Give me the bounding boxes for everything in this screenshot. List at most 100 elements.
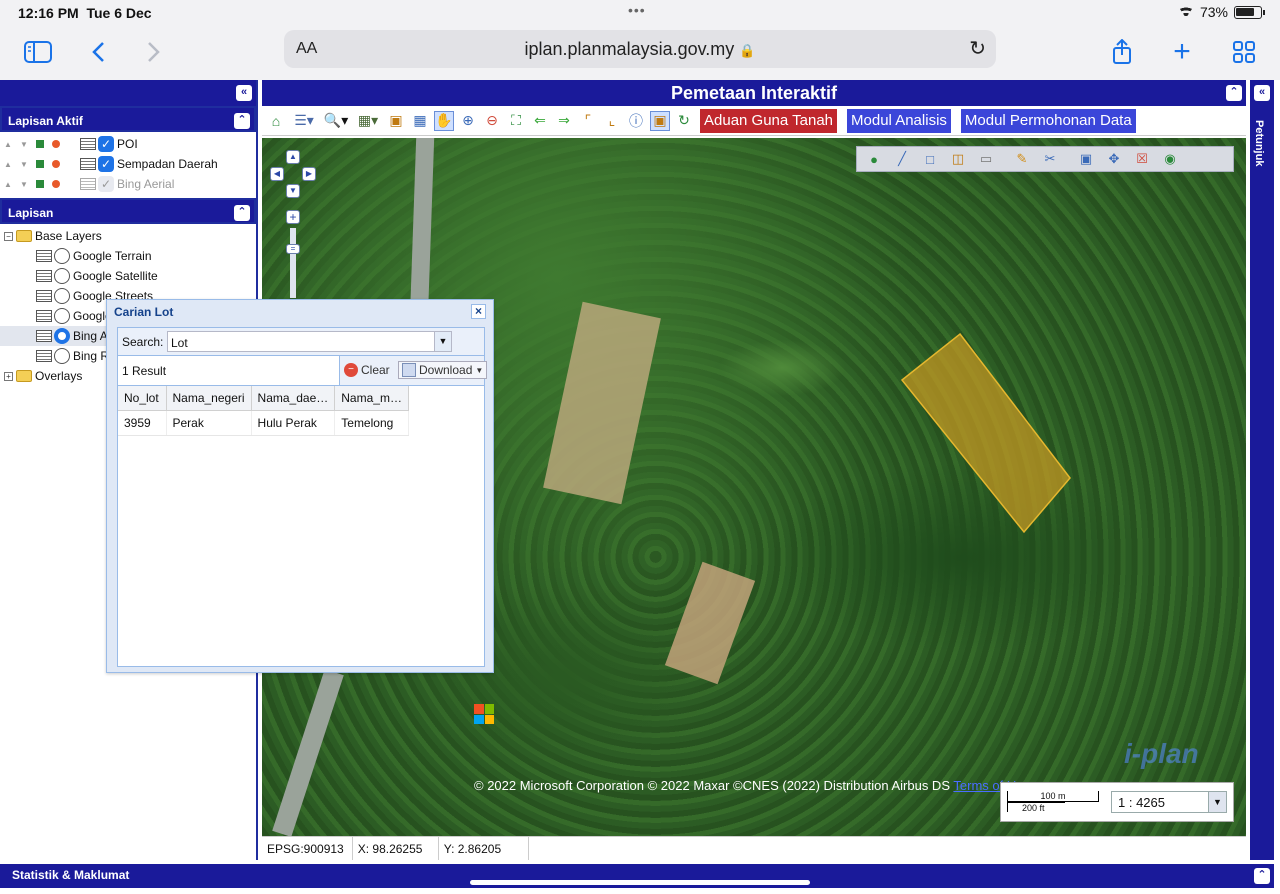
zoom-slider-handle[interactable]: = bbox=[286, 244, 300, 254]
zoom-layer-icon[interactable] bbox=[36, 180, 44, 188]
move-up-icon[interactable]: ▲ bbox=[4, 140, 12, 149]
dialog-header[interactable]: Carian Lot × bbox=[107, 300, 493, 322]
checkbox-bing-aerial[interactable]: ✓ bbox=[98, 176, 114, 192]
chevron-down-icon[interactable]: ▼ bbox=[434, 331, 452, 352]
reload-icon[interactable]: ↻ bbox=[969, 36, 986, 61]
epsg-code: EPSG:900913 bbox=[262, 837, 353, 860]
remove-layer-icon[interactable] bbox=[52, 140, 60, 148]
zoom-in-icon[interactable]: + bbox=[286, 210, 300, 224]
radio-google-streets[interactable] bbox=[54, 288, 70, 304]
battery-icon bbox=[1234, 5, 1265, 19]
table-row[interactable]: 3959 Perak Hulu Perak Temelong bbox=[118, 410, 410, 436]
modul-analisis-button[interactable]: Modul Analisis bbox=[847, 108, 951, 133]
scissors-icon[interactable]: ✂ bbox=[1041, 150, 1059, 168]
chevron-up-icon[interactable]: ⌃ bbox=[234, 205, 250, 221]
move-down-icon[interactable]: ▼ bbox=[20, 140, 28, 149]
wifi-icon bbox=[1178, 6, 1194, 18]
zoom-layer-icon[interactable] bbox=[36, 140, 44, 148]
radio-bing-road[interactable] bbox=[54, 348, 70, 364]
radio-google-satellite[interactable] bbox=[54, 268, 70, 284]
grid-dropdown-icon[interactable]: ▦▾ bbox=[354, 111, 382, 131]
pencil-icon[interactable]: ✎ bbox=[1013, 150, 1031, 168]
move-icon[interactable]: ✥ bbox=[1105, 150, 1123, 168]
add-polygon-icon[interactable]: □ bbox=[921, 150, 939, 168]
measure-area-icon[interactable]: ⌞ bbox=[602, 111, 622, 131]
zoom-out-icon[interactable]: ⊖ bbox=[482, 111, 502, 131]
address-bar[interactable]: AA iplan.planmalaysia.gov.my 🔒 ↻ bbox=[284, 30, 996, 68]
expand-tree-icon[interactable]: + bbox=[4, 371, 13, 381]
zoom-dropdown-icon[interactable]: 🔍▾ bbox=[322, 111, 350, 131]
aduan-guna-tanah-button[interactable]: Aduan Guna Tanah bbox=[700, 108, 838, 133]
export-map-icon[interactable]: ▦ bbox=[410, 111, 430, 131]
tabs-overview-icon[interactable] bbox=[1226, 34, 1262, 70]
add-point-icon[interactable]: ● bbox=[865, 150, 883, 168]
move-down-icon[interactable]: ▼ bbox=[20, 180, 28, 189]
column-header[interactable]: Nama_dae… bbox=[251, 386, 336, 411]
chevron-up-icon[interactable]: ⌃ bbox=[1254, 868, 1270, 884]
search-type-select[interactable]: Lot ▼ bbox=[167, 331, 452, 352]
layer-legend-icon bbox=[36, 350, 52, 362]
zoom-layer-icon[interactable] bbox=[36, 160, 44, 168]
column-header[interactable]: No_lot bbox=[118, 386, 167, 411]
pan-left-icon[interactable]: ◀ bbox=[270, 167, 284, 181]
modul-permohonan-data-button[interactable]: Modul Permohonan Data bbox=[960, 108, 1136, 133]
share-icon[interactable] bbox=[1104, 34, 1140, 70]
radio-bing-aerial[interactable] bbox=[54, 328, 70, 344]
collapse-tree-icon[interactable]: − bbox=[4, 231, 13, 241]
delete-feature-icon[interactable]: ☒ bbox=[1133, 150, 1151, 168]
radio-google-hybrid[interactable] bbox=[54, 308, 70, 324]
previous-extent-icon[interactable]: ⇐ bbox=[530, 111, 550, 131]
move-up-icon[interactable]: ▲ bbox=[4, 180, 12, 189]
checkbox-poi[interactable]: ✓ bbox=[98, 136, 114, 152]
new-tab-icon[interactable]: + bbox=[1164, 34, 1200, 70]
measure-line-icon[interactable]: ⌜ bbox=[578, 111, 598, 131]
add-line-icon[interactable]: ╱ bbox=[893, 150, 911, 168]
radio-google-terrain[interactable] bbox=[54, 248, 70, 264]
move-down-icon[interactable]: ▼ bbox=[20, 160, 28, 169]
collapse-left-icon[interactable]: « bbox=[236, 85, 252, 101]
home-icon[interactable]: ⌂ bbox=[266, 111, 286, 131]
layers-dropdown-icon[interactable]: ☰▾ bbox=[290, 111, 318, 131]
petunjuk-tab[interactable]: Petunjuk bbox=[1253, 120, 1265, 166]
home-indicator[interactable] bbox=[470, 880, 810, 885]
pan-right-icon[interactable]: ▶ bbox=[302, 167, 316, 181]
globe-icon[interactable]: ◉ bbox=[1161, 150, 1179, 168]
zoom-slider-track[interactable] bbox=[290, 228, 296, 298]
download-button[interactable]: Download ▼ bbox=[398, 361, 488, 379]
base-layer-google-satellite[interactable]: Google Satellite bbox=[4, 266, 252, 286]
clear-button[interactable]: − Clear bbox=[344, 363, 390, 377]
multitask-dots-icon[interactable]: ••• bbox=[628, 2, 646, 18]
sidebar-icon[interactable] bbox=[20, 34, 56, 70]
chevron-up-icon[interactable]: ⌃ bbox=[1226, 85, 1242, 101]
pan-up-icon[interactable]: ▲ bbox=[286, 150, 300, 164]
pan-hand-icon[interactable]: ✋ bbox=[434, 110, 454, 131]
full-extent-icon[interactable]: ⛶ bbox=[506, 111, 526, 131]
expand-right-icon[interactable]: « bbox=[1254, 85, 1270, 101]
select-icon[interactable]: ▣ bbox=[1077, 150, 1095, 168]
next-extent-icon[interactable]: ⇒ bbox=[554, 111, 574, 131]
checkbox-sempadan-daerah[interactable]: ✓ bbox=[98, 156, 114, 172]
base-layer-google-terrain[interactable]: Google Terrain bbox=[4, 246, 252, 266]
lot-3959-polygon[interactable] bbox=[892, 328, 1072, 538]
move-up-icon[interactable]: ▲ bbox=[4, 160, 12, 169]
refresh-icon[interactable]: ↻ bbox=[674, 111, 694, 131]
label-icon[interactable]: ▭ bbox=[977, 150, 995, 168]
add-feature-icon[interactable]: ◫ bbox=[949, 150, 967, 168]
map-layer-icon[interactable]: ▣ bbox=[386, 111, 406, 131]
chevron-up-icon[interactable]: ⌃ bbox=[234, 113, 250, 129]
layer-legend-icon bbox=[80, 158, 96, 170]
zoom-in-icon[interactable]: ⊕ bbox=[458, 111, 478, 131]
info-icon[interactable]: ⓘ bbox=[626, 111, 646, 131]
remove-layer-icon[interactable] bbox=[52, 180, 60, 188]
close-icon[interactable]: × bbox=[471, 304, 486, 319]
chevron-down-icon[interactable]: ▼ bbox=[1208, 792, 1226, 812]
back-icon[interactable] bbox=[80, 34, 116, 70]
pan-down-icon[interactable]: ▼ bbox=[286, 184, 300, 198]
column-header[interactable]: Nama_m… bbox=[334, 386, 410, 411]
column-header[interactable]: Nama_negeri bbox=[166, 386, 252, 411]
forward-icon[interactable] bbox=[136, 34, 172, 70]
tree-folder-base-layers[interactable]: − Base Layers bbox=[4, 226, 252, 246]
remove-layer-icon[interactable] bbox=[52, 160, 60, 168]
identify-icon[interactable]: ▣ bbox=[650, 110, 670, 131]
scale-select[interactable]: 1 : 4265 ▼ bbox=[1111, 791, 1227, 813]
